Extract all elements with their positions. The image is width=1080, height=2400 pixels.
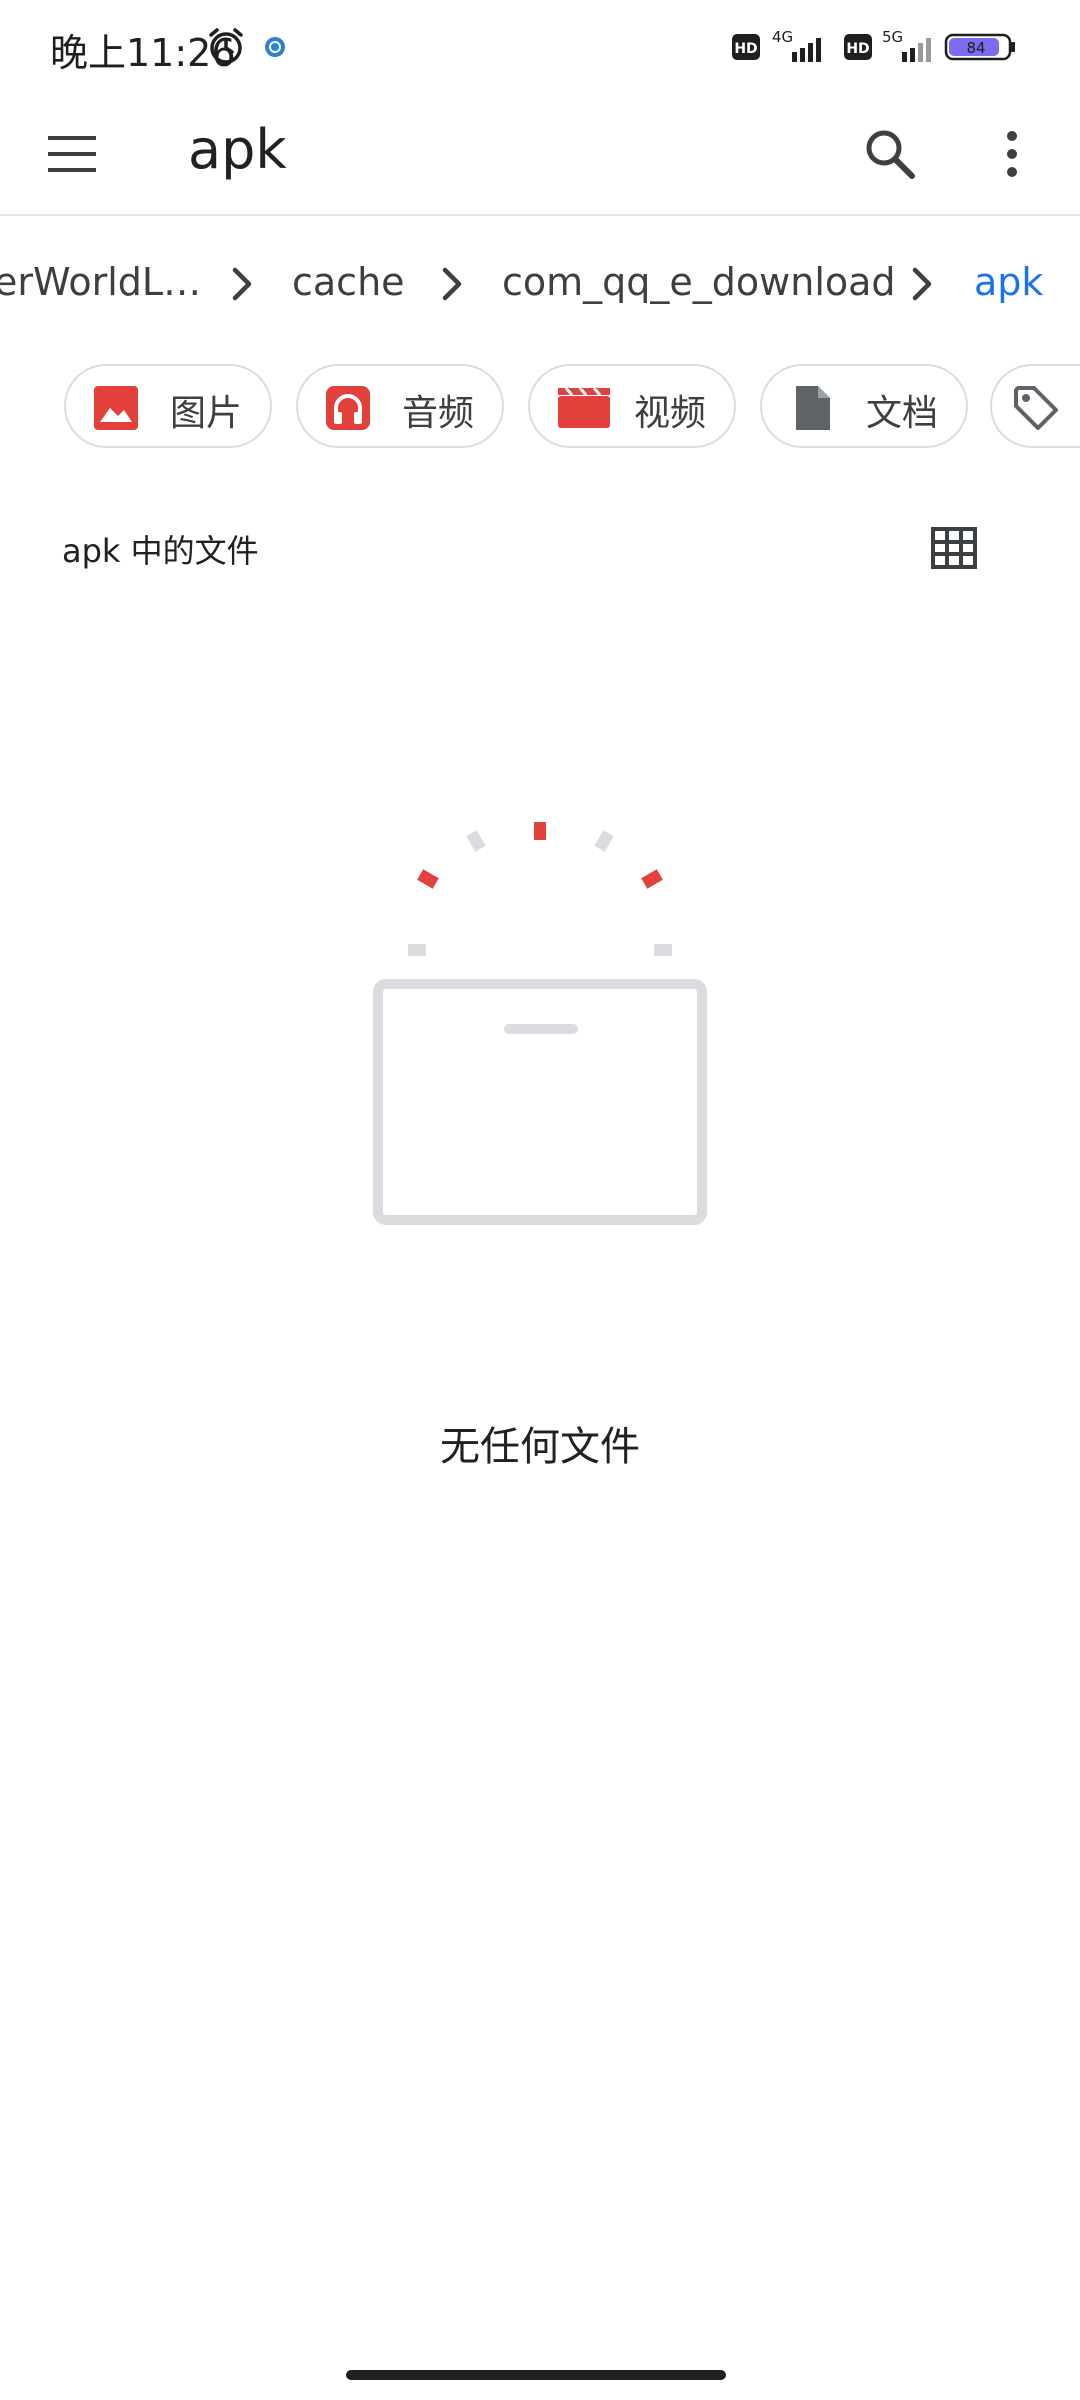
network-4g-label: 4G: [772, 28, 793, 46]
chip-video[interactable]: 视频: [528, 364, 736, 448]
empty-state-message: 无任何文件: [440, 1424, 640, 1470]
image-icon: [94, 386, 138, 430]
breadcrumb-item-current[interactable]: apk: [974, 260, 1043, 304]
chevron-right-icon: [442, 267, 462, 301]
chip-label: 图片: [170, 393, 243, 434]
notification-dot-icon: [265, 37, 285, 57]
network-5g-label: 5G: [882, 28, 903, 46]
chevron-right-icon: [912, 267, 932, 301]
breadcrumb-item[interactable]: cache: [292, 260, 405, 304]
battery-icon: 84: [944, 33, 1015, 61]
signal-4g-icon: 4G: [772, 28, 821, 62]
hd-badge-icon: HD: [844, 34, 872, 60]
section-title: apk 中的文件: [62, 532, 259, 570]
page-title: apk: [188, 118, 287, 181]
tag-icon: [1014, 386, 1058, 430]
home-indicator[interactable]: [346, 2370, 726, 2380]
category-chips: 图片 音频 视频 文档: [0, 364, 1080, 450]
chip-label: 文档: [866, 393, 939, 434]
breadcrumb-item[interactable]: erWorldL…: [0, 260, 201, 304]
video-icon: [558, 387, 610, 428]
app-bar: apk: [0, 92, 1080, 216]
headphones-icon: [326, 386, 370, 430]
grid-view-icon[interactable]: [930, 526, 978, 570]
chip-documents[interactable]: 文档: [760, 364, 968, 448]
chip-label: 视频: [634, 393, 707, 434]
search-icon[interactable]: [862, 126, 918, 182]
document-icon: [796, 386, 830, 430]
status-bar: 晚上11:26 HD 4G HD 5G 84: [0, 0, 1080, 92]
battery-level: 84: [966, 39, 985, 57]
hd-label: HD: [846, 41, 869, 57]
signal-5g-icon: 5G: [882, 28, 931, 62]
hd-label: HD: [734, 41, 757, 57]
chip-audio[interactable]: 音频: [296, 364, 504, 448]
menu-icon[interactable]: [46, 132, 100, 176]
breadcrumb-item[interactable]: com_qq_e_download: [502, 260, 896, 304]
hd-badge-icon: HD: [732, 34, 760, 60]
chip-images[interactable]: 图片: [64, 364, 272, 448]
chip-tags[interactable]: [990, 364, 1080, 448]
breadcrumb: erWorldL… cache com_qq_e_download apk: [0, 216, 1080, 346]
alarm-icon: [209, 28, 243, 64]
chevron-right-icon: [232, 267, 252, 301]
empty-folder-illustration: [373, 822, 707, 1225]
status-indicators: HD 4G HD 5G 84: [732, 26, 1022, 66]
more-options-icon[interactable]: [994, 126, 1030, 182]
chip-label: 音频: [402, 393, 475, 434]
